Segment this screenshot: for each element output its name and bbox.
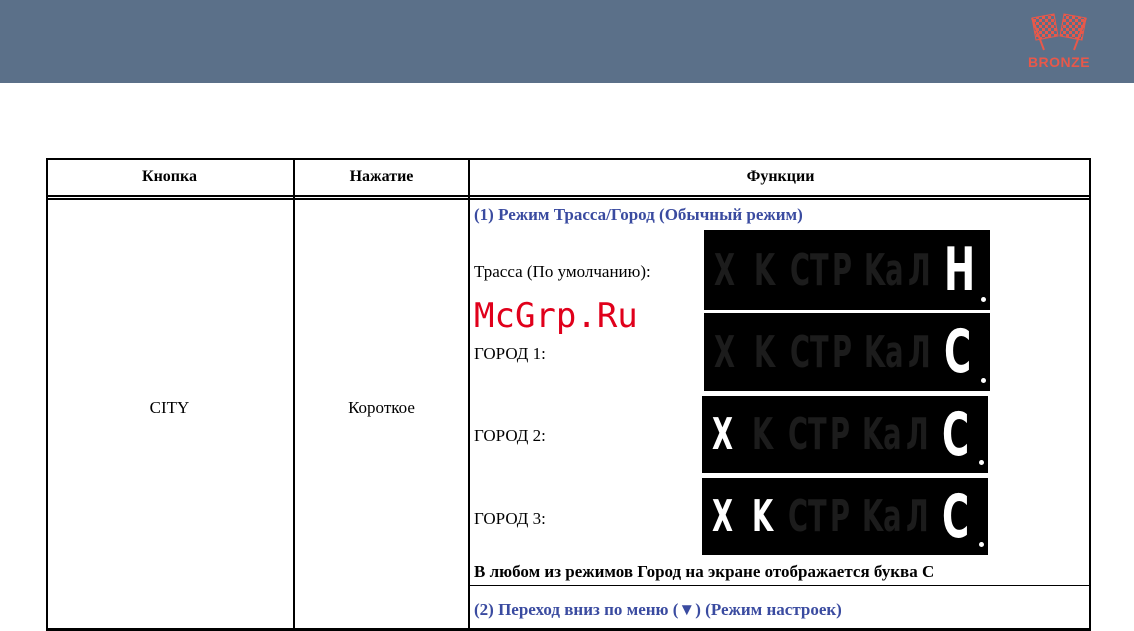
display-segment: X (714, 244, 736, 296)
display-segment: Л (908, 326, 931, 378)
display-segment: K (754, 244, 776, 296)
watermark-text: McGrp.Ru (474, 296, 638, 336)
column-divider (468, 158, 470, 628)
mode-label-city3: ГОРОД 3: (474, 509, 546, 528)
mode-label-highway: Трасса (По умолчанию): (474, 262, 651, 281)
display-segment: K (754, 326, 776, 378)
mode-label-city1: ГОРОД 1: (474, 344, 546, 363)
cell-button-name: CITY (149, 398, 190, 417)
display-segment: Л (906, 409, 929, 460)
display-segment: Л (908, 244, 931, 296)
checkered-flags-icon (1031, 13, 1087, 51)
display-segment: K (752, 491, 774, 542)
column-header-button: Кнопка (141, 168, 197, 185)
column-header-functions: Функции (746, 168, 815, 185)
display-dot (979, 460, 984, 465)
header-divider-2 (46, 198, 1091, 200)
display-segment: Ka (864, 326, 904, 378)
column-divider (293, 158, 295, 628)
function-table: Кнопка Нажатие Функции CITY Короткое (1)… (46, 158, 1091, 628)
display-city3: X K CT P Ka Л C (702, 478, 988, 555)
column-header-press: Нажатие (349, 168, 414, 185)
display-segment: X (712, 491, 734, 542)
display-segment: P (830, 409, 850, 460)
mode-label-city2: ГОРОД 2: (474, 426, 546, 445)
display-segment: Ka (862, 409, 902, 460)
display-mode-letter: H (944, 235, 976, 305)
display-city1: X K CT P Ka Л C (704, 313, 990, 391)
display-segment: CT (790, 326, 829, 378)
display-segment: P (832, 244, 852, 296)
display-segment: P (830, 491, 850, 542)
display-highway: X K CT P Ka Л H (704, 230, 990, 310)
display-mode-letter: C (942, 481, 970, 552)
display-segment: CT (788, 491, 827, 542)
display-segment: Л (906, 491, 929, 542)
display-segment: X (712, 409, 734, 460)
display-segment: Ka (862, 491, 902, 542)
display-dot (979, 542, 984, 547)
cell-press-type: Короткое (348, 398, 415, 417)
display-segment: X (714, 326, 736, 378)
display-dot (981, 297, 986, 302)
logo-text: BRONZE (1027, 54, 1091, 70)
city-mode-note: В любом из режимов Город на экране отобр… (474, 562, 935, 581)
display-segment: CT (788, 409, 827, 460)
section2-title: (2) Переход вниз по меню (▼) (Режим наст… (474, 600, 842, 619)
bronze-logo: BRONZE (1018, 10, 1100, 74)
top-banner (0, 0, 1134, 83)
table-frame (46, 158, 1091, 628)
display-dot (981, 378, 986, 383)
section-divider (470, 585, 1091, 586)
display-mode-letter: C (942, 399, 970, 470)
display-segment: Ka (864, 244, 904, 296)
display-segment: K (752, 409, 774, 460)
display-mode-letter: C (944, 317, 972, 387)
display-segment: CT (790, 244, 829, 296)
display-city2: X K CT P Ka Л C (702, 396, 988, 473)
section1-title: (1) Режим Трасса/Город (Обычный режим) (474, 205, 803, 224)
display-segment: P (832, 326, 852, 378)
